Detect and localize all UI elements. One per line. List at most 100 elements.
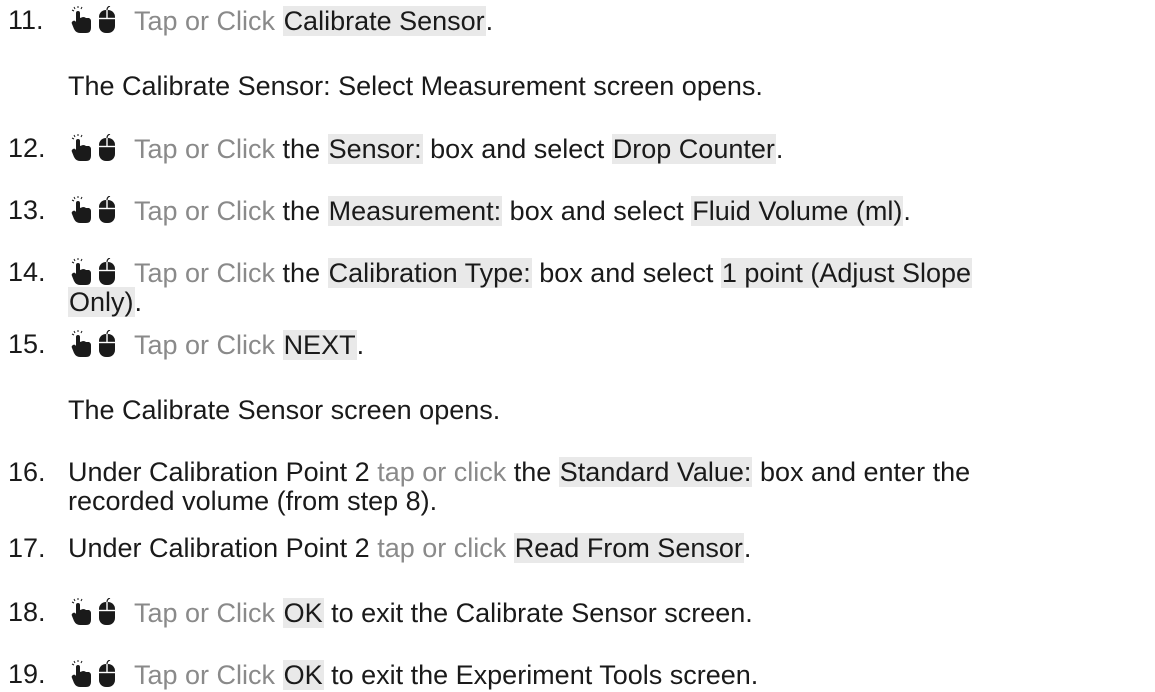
finger-tap-icon — [71, 11, 91, 33]
tap-ray — [73, 330, 76, 334]
instruction-text: screen opens. — [323, 395, 501, 425]
ui-element-label: NEXT — [282, 330, 357, 360]
computer-mouse-icon — [99, 598, 115, 625]
instruction-text: . — [903, 196, 911, 226]
action-verb: Tap or Click — [134, 258, 276, 288]
tap-or-click-icon — [68, 330, 126, 359]
step-text: Tap or Click the Measurement: box and se… — [68, 196, 1148, 226]
computer-mouse-icon — [99, 134, 115, 161]
instruction-text: recorded volume (from step 8). — [68, 486, 438, 516]
step-text: Tap or Click the Calibration Type: box a… — [68, 258, 1148, 317]
tap-ray — [73, 196, 76, 200]
action-verb: tap or click — [377, 457, 507, 487]
instruction-text: screen. — [656, 598, 753, 628]
instruction-text: . — [743, 533, 752, 563]
finger-tap-icon — [71, 263, 91, 285]
step-text: Tap or Click Calibrate Sensor. — [68, 6, 1148, 36]
step-number: 14. — [8, 257, 46, 287]
ui-element-label: OK — [282, 598, 324, 628]
instruction-text: screen. — [662, 660, 759, 690]
tap-or-click-icon — [68, 6, 126, 35]
screen-name-label: Calibration Point 2 — [149, 457, 370, 487]
finger-tap-icon — [71, 335, 91, 357]
finger-tap-icon — [71, 665, 91, 687]
instruction-text: . — [134, 287, 143, 317]
ui-element-label: OK — [282, 660, 324, 690]
ui-element-label: Only) — [68, 287, 135, 317]
tap-ray — [80, 6, 83, 10]
instruction-text: The — [68, 71, 123, 101]
action-verb: Tap or Click — [134, 330, 276, 360]
step-number: 12. — [8, 133, 46, 163]
action-verb: Tap or Click — [134, 6, 276, 36]
instruction-text: the — [506, 457, 559, 487]
tap-ray — [71, 663, 75, 666]
tap-ray — [80, 598, 83, 602]
tap-ray — [73, 660, 76, 664]
instruction-text — [275, 6, 283, 36]
ui-element-label: 1 point (Adjust Slope — [720, 258, 973, 288]
tap-or-click-icon — [68, 598, 126, 627]
action-verb: Tap or Click — [134, 598, 276, 628]
step-number: 19. — [8, 659, 46, 689]
tap-or-click-icon — [68, 258, 126, 287]
instruction-text: . — [356, 330, 365, 360]
tap-ray — [73, 258, 76, 262]
ui-element-label: Fluid Volume (ml) — [691, 196, 904, 226]
step-text: Tap or Click the Sensor: box and select … — [68, 134, 1148, 164]
tap-or-click-icon — [68, 134, 126, 163]
instruction-text: . — [485, 6, 494, 36]
tap-ray — [80, 258, 83, 262]
action-verb: Tap or Click — [134, 660, 276, 690]
step-text: The Calibrate Sensor: Select Measurement… — [68, 72, 1148, 101]
finger-tap-icon — [71, 603, 91, 625]
computer-mouse-icon — [99, 196, 115, 223]
tap-ray — [80, 134, 83, 138]
step-text: Tap or Click NEXT. — [68, 330, 1148, 360]
step-number: 13. — [8, 195, 46, 225]
instruction-text: box and enter the — [752, 457, 971, 487]
ui-element-label: Calibration Type: — [327, 258, 532, 288]
instruction-text: box and select — [502, 196, 692, 226]
instruction-text: The — [68, 395, 123, 425]
tap-or-click-icon — [68, 660, 126, 689]
instruction-text: Under — [68, 457, 150, 487]
action-verb: Tap or Click — [134, 134, 276, 164]
instruction-text: the — [275, 134, 328, 164]
instruction-text: box and select — [422, 134, 612, 164]
instruction-text — [275, 330, 283, 360]
tap-ray — [73, 6, 76, 10]
tap-ray — [80, 196, 83, 200]
computer-mouse-icon — [99, 6, 115, 33]
instruction-text: the — [275, 196, 328, 226]
instruction-text: box and select — [531, 258, 721, 288]
computer-mouse-icon — [99, 258, 115, 285]
tap-ray — [73, 598, 76, 602]
step-number: 18. — [8, 597, 46, 627]
action-verb: tap or click — [377, 533, 507, 563]
ui-element-label: Read From Sensor — [513, 533, 744, 563]
tap-ray — [71, 9, 75, 12]
tap-ray — [80, 330, 83, 334]
instruction-text: Under — [68, 533, 150, 563]
screen-name-label: Calibrate Sensor — [455, 598, 657, 628]
step-text: Under Calibration Point 2 tap or click R… — [68, 533, 1148, 563]
tap-ray — [71, 333, 75, 336]
tap-ray — [80, 660, 83, 664]
tap-ray — [71, 601, 75, 604]
ui-element-label: Standard Value: — [558, 457, 753, 487]
step-number: 16. — [8, 457, 46, 487]
instruction-text: the — [275, 258, 328, 288]
instruction-text — [506, 533, 514, 563]
ui-element-label: Measurement: — [327, 196, 503, 226]
computer-mouse-icon — [99, 330, 115, 357]
instruction-text: to exit the — [323, 598, 456, 628]
step-text: Tap or Click OK to exit the Calibrate Se… — [68, 598, 1148, 628]
instruction-text — [275, 598, 283, 628]
screen-name-label: Experiment Tools — [455, 660, 663, 690]
ui-element-label: Sensor: — [327, 134, 423, 164]
step-number: 15. — [8, 329, 46, 359]
finger-tap-icon — [71, 139, 91, 161]
tap-or-click-icon — [68, 196, 126, 225]
action-verb: Tap or Click — [134, 196, 276, 226]
